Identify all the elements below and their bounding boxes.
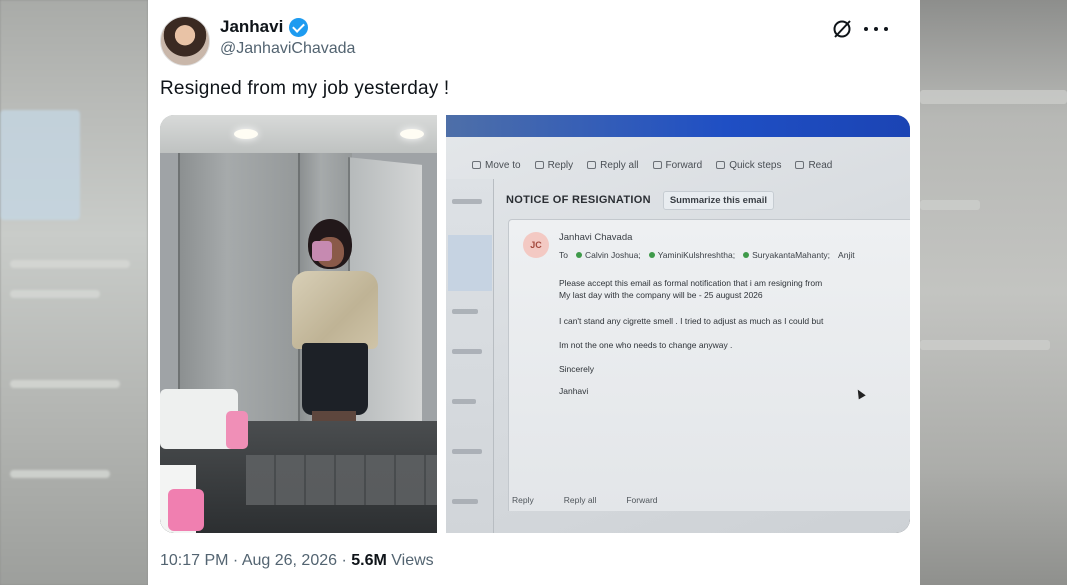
email-actions: Reply Reply all Forward (512, 495, 658, 505)
email-sender: Janhavi Chavada (559, 232, 633, 243)
background-right-blur (920, 0, 1067, 585)
background-left-blur (0, 0, 148, 585)
email-recipients: To Calvin Joshua; YaminiKulshreshtha; Su… (559, 250, 855, 260)
ribbon-move-to: Move to (472, 160, 521, 171)
author-handle[interactable]: @JanhaviChavada (220, 40, 355, 58)
photo-resignation-email[interactable]: Move to Reply Reply all Forward Quick st… (446, 115, 910, 533)
email-screen: Move to Reply Reply all Forward Quick st… (446, 115, 910, 533)
email-body-line: Sincerely (559, 364, 594, 374)
ribbon-reply-all: Reply all (587, 160, 639, 171)
photo-mirror-selfie[interactable] (160, 115, 437, 533)
author-name-row: Janhavi (220, 17, 309, 37)
email-body-line: My last day with the company will be - 2… (559, 290, 763, 300)
ribbon-forward: Forward (652, 160, 702, 171)
summarize-button: Summarize this email (662, 190, 774, 210)
views-count[interactable]: 5.6M (351, 552, 387, 569)
tweet-card[interactable]: Janhavi @JanhaviChavada Resigned from my… (148, 0, 920, 585)
ceiling (160, 115, 437, 153)
phone (312, 241, 332, 261)
email-body-line: I can't stand any cigrette smell . I tri… (559, 316, 824, 326)
verified-badge-icon[interactable] (289, 17, 309, 37)
email-forward: Forward (626, 495, 658, 505)
tweet-text: Resigned from my job yesterday ! (160, 78, 450, 99)
email-reading-pane: JC Janhavi Chavada To Calvin Joshua; Yam… (508, 219, 910, 511)
email-body-line: Please accept this email as formal notif… (559, 278, 823, 288)
soap-bottle (226, 411, 248, 449)
message-list-pane (446, 179, 494, 533)
tweet-meta: 10:17 PM · Aug 26, 2026 · 5.6M Views (160, 552, 434, 569)
views-label: Views (386, 552, 434, 569)
grok-icon[interactable] (831, 18, 853, 40)
email-subject-bar: NOTICE OF RESIGNATION Summarize this ema… (506, 189, 910, 211)
person (292, 271, 378, 349)
author-avatar[interactable] (160, 16, 210, 66)
tweet-date[interactable]: Aug 26, 2026 (242, 552, 337, 569)
email-body-line: Janhavi (559, 386, 589, 396)
sender-avatar: JC (523, 232, 549, 258)
soap-bottle (168, 489, 204, 531)
email-ribbon: Move to Reply Reply all Forward Quick st… (446, 153, 910, 177)
ribbon-reply: Reply (534, 160, 573, 171)
more-icon[interactable] (864, 18, 888, 40)
email-reply: Reply (512, 495, 534, 505)
tweet-time[interactable]: 10:17 PM (160, 552, 228, 569)
ribbon-quick-steps: Quick steps (716, 160, 781, 171)
email-reply-all: Reply all (563, 495, 597, 505)
email-subject: NOTICE OF RESIGNATION (506, 194, 651, 206)
author-display-name[interactable]: Janhavi (220, 17, 283, 37)
email-body-line: Im not the one who needs to change anywa… (559, 340, 733, 350)
ribbon-read: Read (795, 160, 832, 171)
